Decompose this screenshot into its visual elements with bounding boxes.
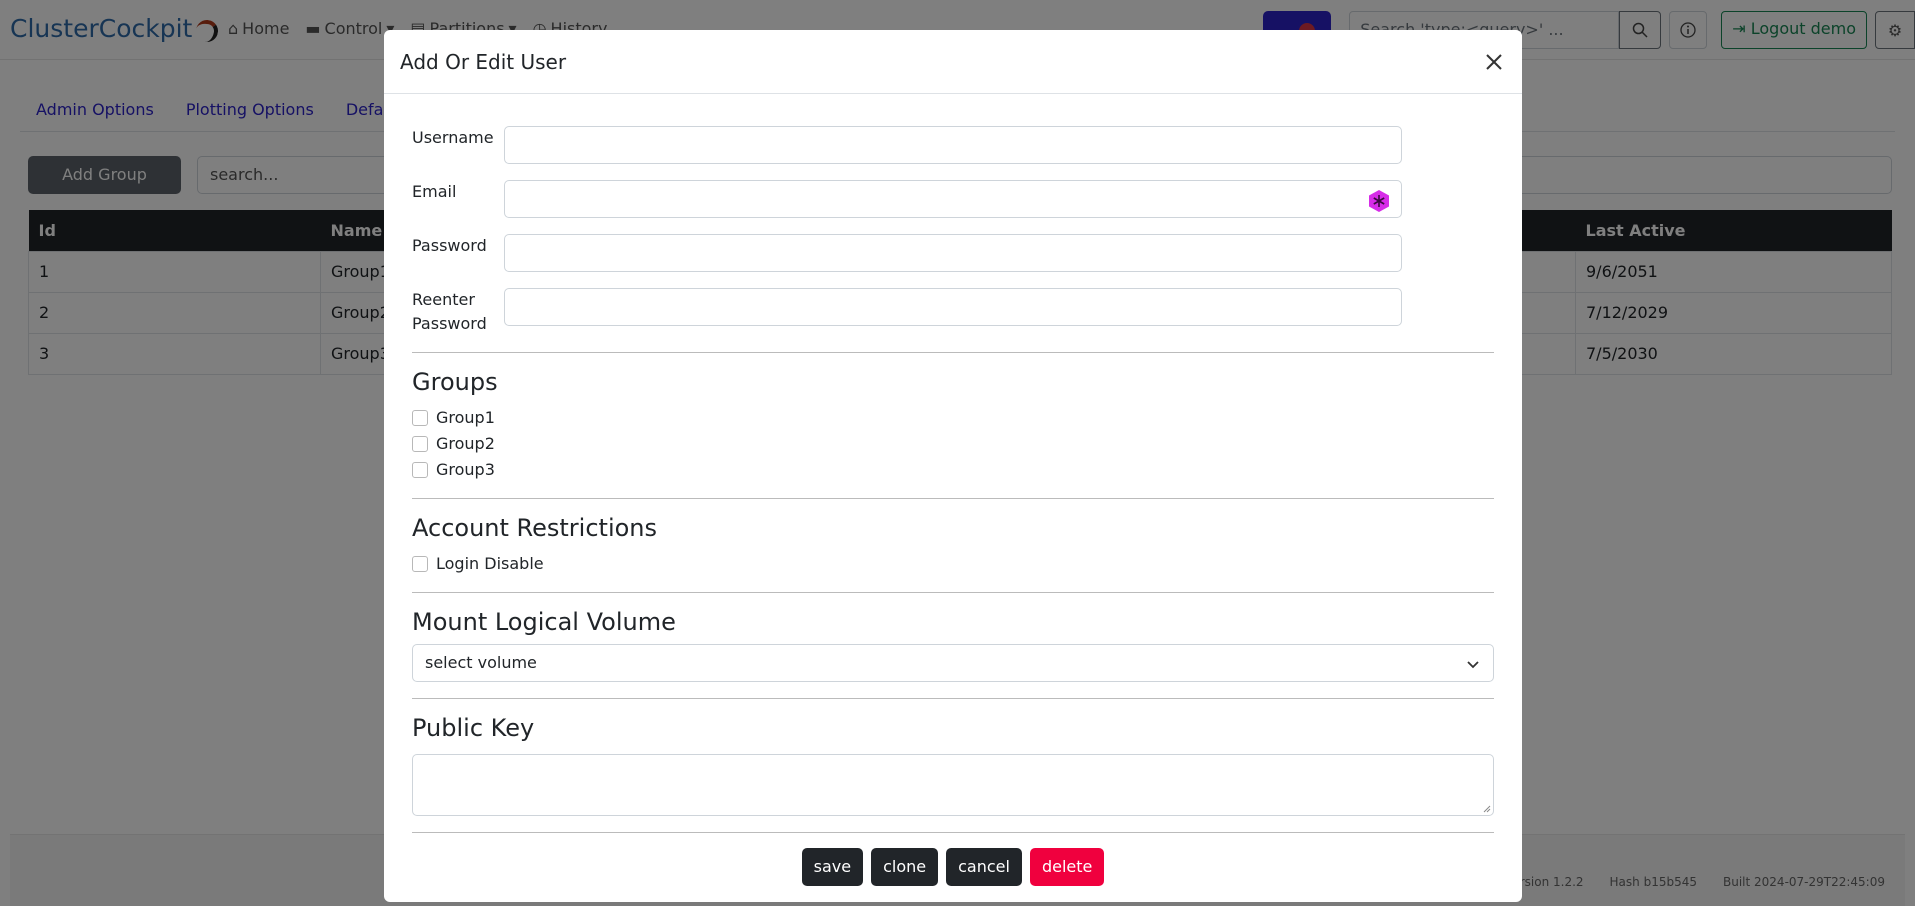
- login-disable-row[interactable]: Login Disable: [412, 554, 544, 573]
- modal-title: Add Or Edit User: [400, 50, 567, 74]
- group-checkbox[interactable]: [412, 409, 428, 426]
- divider: [412, 498, 1494, 499]
- reenter-password-row: Reenter Password: [412, 288, 1402, 336]
- password-label: Password: [412, 236, 487, 255]
- group-checkbox-row[interactable]: Group3: [412, 460, 495, 479]
- group-checkbox-label: Group2: [436, 434, 495, 453]
- close-icon[interactable]: [1482, 50, 1506, 74]
- public-key-title: Public Key: [412, 714, 535, 742]
- edit-user-modal: Add Or Edit User Username Email Password…: [384, 30, 1522, 902]
- divider: [412, 832, 1494, 833]
- reenter-password-input[interactable]: [504, 288, 1402, 326]
- divider: [412, 698, 1494, 699]
- group-checkbox-row[interactable]: Group1: [412, 408, 495, 427]
- mount-volume-title: Mount Logical Volume: [412, 608, 676, 636]
- password-input[interactable]: [504, 234, 1402, 272]
- group-checkbox-label: Group3: [436, 460, 495, 479]
- password-row: Password: [412, 234, 1402, 272]
- divider: [412, 592, 1494, 593]
- email-row: Email: [412, 180, 1402, 218]
- public-key-textarea[interactable]: [412, 754, 1494, 816]
- group-checkbox[interactable]: [412, 435, 428, 452]
- username-input[interactable]: [504, 126, 1402, 164]
- chevron-down-icon: [1467, 661, 1479, 669]
- modal-actions: save clone cancel delete: [384, 848, 1522, 886]
- divider: [412, 352, 1494, 353]
- account-restrictions-title: Account Restrictions: [412, 514, 658, 542]
- login-disable-label: Login Disable: [436, 554, 544, 573]
- reenter-password-label: Reenter Password: [412, 290, 487, 333]
- username-row: Username: [412, 126, 1402, 164]
- volume-select[interactable]: select volume: [412, 644, 1494, 682]
- username-label: Username: [412, 128, 494, 147]
- clone-button[interactable]: clone: [871, 848, 939, 886]
- cancel-button[interactable]: cancel: [946, 848, 1022, 886]
- group-checkbox[interactable]: [412, 461, 428, 478]
- save-button[interactable]: save: [801, 848, 864, 886]
- group-checkbox-row[interactable]: Group2: [412, 434, 495, 453]
- email-input[interactable]: [504, 180, 1402, 218]
- resize-handle-icon[interactable]: [1481, 803, 1491, 813]
- groups-title: Groups: [412, 368, 498, 396]
- login-disable-checkbox[interactable]: [412, 555, 428, 572]
- delete-button[interactable]: delete: [1029, 848, 1105, 886]
- group-checkbox-label: Group1: [436, 408, 495, 427]
- email-label: Email: [412, 182, 457, 201]
- modal-header: Add Or Edit User: [384, 30, 1522, 94]
- password-manager-icon[interactable]: [1367, 189, 1391, 213]
- volume-select-value: select volume: [425, 653, 537, 672]
